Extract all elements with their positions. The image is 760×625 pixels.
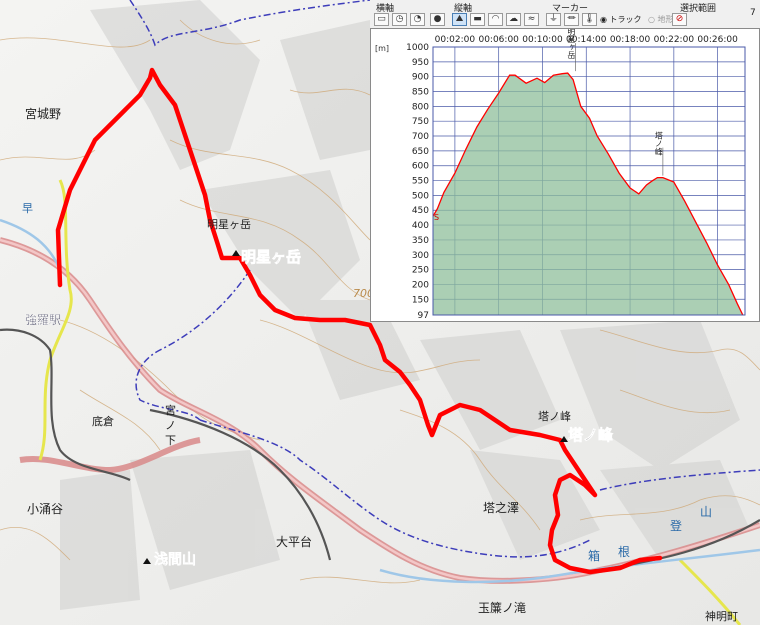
- label-shinmeicho: 神明町: [705, 609, 738, 623]
- thermometer-icon[interactable]: 🌡: [582, 13, 597, 26]
- x-tick-label: 00:26:00: [697, 35, 738, 45]
- x-tick-label: 00:22:00: [654, 35, 695, 45]
- toolbar-extra: 7: [750, 8, 756, 18]
- y-tick-label: 650: [412, 147, 429, 157]
- label-river-4: 山: [700, 505, 712, 519]
- peak-annotation: 明星ヶ岳: [567, 29, 576, 60]
- slope-icon[interactable]: ◠: [488, 13, 503, 26]
- label-miyagino: 宮城野: [25, 106, 61, 121]
- plug-out-icon[interactable]: ⏛: [564, 13, 579, 26]
- speed-icon[interactable]: ▬: [470, 13, 485, 26]
- label-kowakudani: 小涌谷: [27, 502, 63, 516]
- start-annotation: S: [434, 213, 439, 222]
- y-tick-label: 900: [412, 73, 429, 83]
- y-tick-label: 200: [412, 280, 429, 290]
- label-river-1: 箱: [588, 548, 600, 563]
- y-tick-label: 700: [412, 132, 429, 142]
- peak-annotation: 塔ノ峰: [654, 131, 663, 156]
- label-miyanoshita-1: 宮: [165, 403, 176, 417]
- label-river-3: 登: [670, 518, 682, 533]
- y-tick-label: 450: [412, 206, 429, 216]
- y-tick-label: 350: [412, 236, 429, 246]
- label-tonomine: 塔ノ峰: [568, 426, 614, 444]
- label-miyanoshita-3: 下: [165, 434, 176, 447]
- label-tonomine-small: 塔ノ峰: [538, 410, 571, 423]
- profile-toolbar: 横軸 ▭ ◷ ◔ ● 縦軸 ⛰ ▬ ◠ ☁ ≈ マーカー ⏚ ⏛ 🌡 ◉ トラッ…: [370, 0, 760, 29]
- y-tick-label: 150: [412, 295, 429, 305]
- label-sokura: 底倉: [92, 414, 114, 428]
- y-tick-label: 550: [412, 177, 429, 187]
- y-tick-label: 400: [412, 221, 429, 231]
- elevation-profile-chart[interactable]: 1000 950 900 850 800 750 700 650 600 550 500 450 400…: [371, 29, 759, 321]
- label-gora-station: 強羅駅: [25, 313, 61, 327]
- distance-icon[interactable]: ▭: [374, 13, 389, 26]
- clock-icon[interactable]: ◔: [410, 13, 425, 26]
- y-tick-label: 800: [412, 102, 429, 112]
- x-tick-label: 00:06:00: [478, 35, 519, 45]
- label-tamadare: 玉簾ノ滝: [478, 600, 526, 615]
- unit-label: [m]: [375, 44, 389, 53]
- cloud-icon[interactable]: ☁: [506, 13, 521, 26]
- label-hayakawa: 早: [22, 202, 33, 215]
- elevation-profile-panel[interactable]: 1000 950 900 850 800 750 700 650 600 550 500 450 400…: [370, 28, 760, 322]
- track-option-label: トラック: [609, 15, 642, 24]
- terrain-radio[interactable]: ○ 地形: [648, 14, 674, 25]
- label-sengenyama: 浅間山: [154, 551, 196, 568]
- pressure-icon[interactable]: ≈: [524, 13, 539, 26]
- selection-clear-icon[interactable]: ⊘: [672, 13, 687, 26]
- y-tick-label: 850: [412, 88, 429, 98]
- y-tick-label: 97: [418, 311, 429, 321]
- label-myojogatake: 明星ヶ岳: [241, 248, 301, 266]
- label-myojogatake-small: 明星ヶ岳: [207, 218, 251, 231]
- x-tick-label: 00:10:00: [522, 35, 563, 45]
- label-miyanoshita-2: ノ: [165, 419, 176, 432]
- label-river-2: 根: [618, 545, 630, 559]
- x-tick-label: 00:18:00: [610, 35, 651, 45]
- y-tick-label: 600: [412, 162, 429, 172]
- y-tick-label: 1000: [406, 43, 429, 53]
- x-tick-label: 00:02:00: [435, 35, 476, 45]
- y-tick-label: 950: [412, 58, 429, 68]
- elevation-area: [433, 73, 743, 315]
- y-tick-label: 500: [412, 191, 429, 201]
- label-tonosawa: 塔之澤: [483, 501, 519, 515]
- elevation-icon[interactable]: ●: [430, 13, 445, 26]
- time-icon[interactable]: ◷: [392, 13, 407, 26]
- y-tick-label: 250: [412, 266, 429, 276]
- y-tick-label: 750: [412, 117, 429, 127]
- track-radio[interactable]: ◉ トラック: [600, 14, 642, 25]
- y-tick-label: 300: [412, 251, 429, 261]
- plug-in-icon[interactable]: ⏚: [546, 13, 561, 26]
- label-ohiradai: 大平台: [276, 534, 312, 549]
- altitude-icon[interactable]: ⛰: [452, 13, 467, 26]
